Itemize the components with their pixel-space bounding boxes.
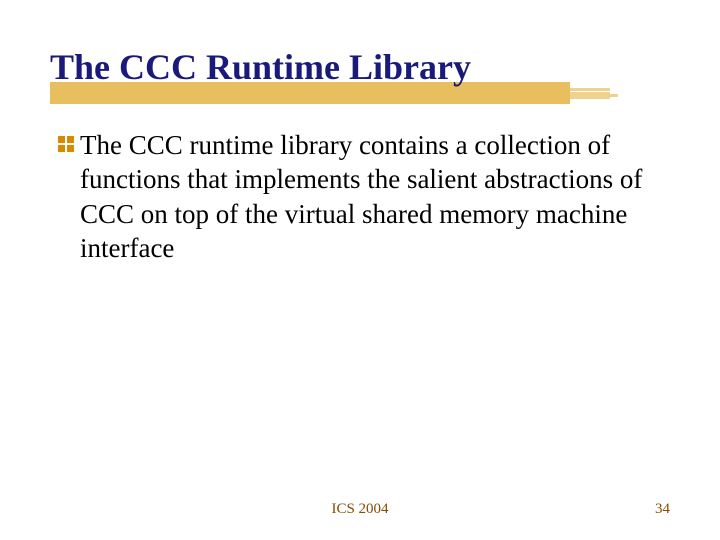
- footer-center: ICS 2004: [331, 501, 388, 518]
- bullet-text: The CCC runtime library contains a colle…: [80, 128, 650, 266]
- slide-body: The CCC runtime library contains a colle…: [50, 128, 670, 266]
- bullet-icon: [56, 134, 78, 160]
- page-number: 34: [655, 501, 670, 518]
- footer: ICS 2004: [0, 501, 720, 518]
- title-block: The CCC Runtime Library: [50, 48, 670, 88]
- slide: The CCC Runtime Library The CCC runtime …: [0, 0, 720, 540]
- slide-title: The CCC Runtime Library: [50, 48, 670, 88]
- bullet-item: The CCC runtime library contains a colle…: [56, 128, 670, 266]
